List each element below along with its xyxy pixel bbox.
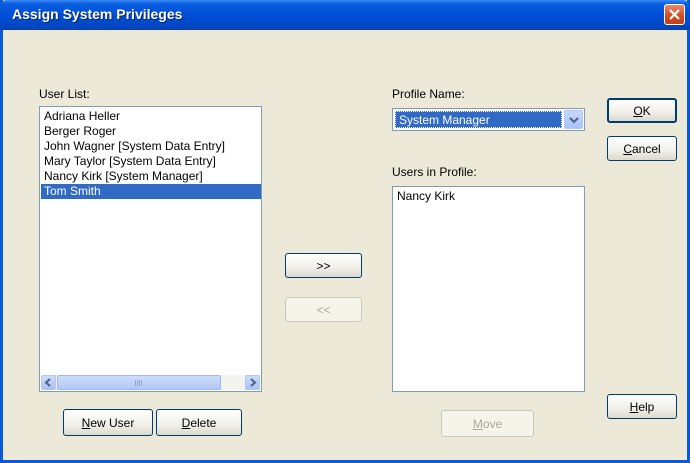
help-button[interactable]: Help — [607, 394, 677, 419]
new-user-button[interactable]: New User — [63, 409, 153, 436]
delete-accelerator: D — [181, 415, 191, 430]
users-in-profile-list[interactable]: Nancy Kirk — [392, 186, 585, 392]
new-user-label-rest: ew User — [90, 415, 135, 430]
title-bar[interactable]: Assign System Privileges — [0, 0, 690, 30]
scroll-left-button[interactable] — [41, 375, 56, 390]
chevron-left-icon — [44, 378, 51, 387]
chevron-right-icon — [250, 378, 257, 387]
move-accelerator: M — [472, 416, 483, 431]
remove-from-profile-button[interactable]: << — [285, 297, 362, 322]
cancel-accelerator: C — [623, 141, 632, 156]
delete-button[interactable]: Delete — [156, 409, 242, 436]
user-list-item[interactable]: John Wagner [System Data Entry] — [41, 139, 261, 154]
help-label-rest: elp — [638, 399, 655, 414]
profile-name-value: System Manager — [395, 111, 562, 128]
close-button[interactable] — [664, 4, 685, 25]
profile-name-dropdown[interactable]: System Manager — [392, 108, 585, 131]
user-list-horizontal-scrollbar[interactable] — [41, 375, 260, 390]
user-list-item[interactable]: Adriana Heller — [41, 109, 261, 124]
user-list[interactable]: Adriana Heller Berger Roger John Wagner … — [39, 106, 262, 392]
user-list-item[interactable]: Nancy Kirk [System Manager] — [41, 169, 261, 184]
scroll-right-button[interactable] — [245, 375, 260, 390]
ok-button[interactable]: OK — [607, 98, 677, 123]
move-button[interactable]: Move — [441, 410, 534, 437]
users-in-profile-label: Users in Profile: — [392, 165, 477, 179]
cancel-label-rest: ancel — [631, 141, 661, 156]
assign-privileges-dialog: Assign System Privileges User List: Adri… — [0, 0, 690, 463]
ok-label-rest: K — [642, 103, 651, 118]
move-label-rest: ove — [482, 416, 503, 431]
user-list-item[interactable]: Berger Roger — [41, 124, 261, 139]
chevron-down-icon — [569, 117, 579, 124]
dialog-title: Assign System Privileges — [12, 6, 183, 22]
profile-user-item[interactable]: Nancy Kirk — [394, 189, 584, 204]
ok-accelerator: O — [633, 103, 643, 118]
user-list-label: User List: — [39, 87, 90, 101]
user-list-item-selected[interactable]: Tom Smith — [41, 184, 261, 199]
delete-label-rest: elete — [190, 415, 217, 430]
scroll-thumb[interactable] — [57, 375, 221, 390]
user-list-item[interactable]: Mary Taylor [System Data Entry] — [41, 154, 261, 169]
dropdown-button[interactable] — [564, 110, 583, 129]
close-icon — [669, 9, 680, 20]
profile-name-label: Profile Name: — [392, 87, 465, 101]
add-to-profile-button[interactable]: >> — [285, 253, 362, 278]
cancel-button[interactable]: Cancel — [607, 136, 677, 161]
